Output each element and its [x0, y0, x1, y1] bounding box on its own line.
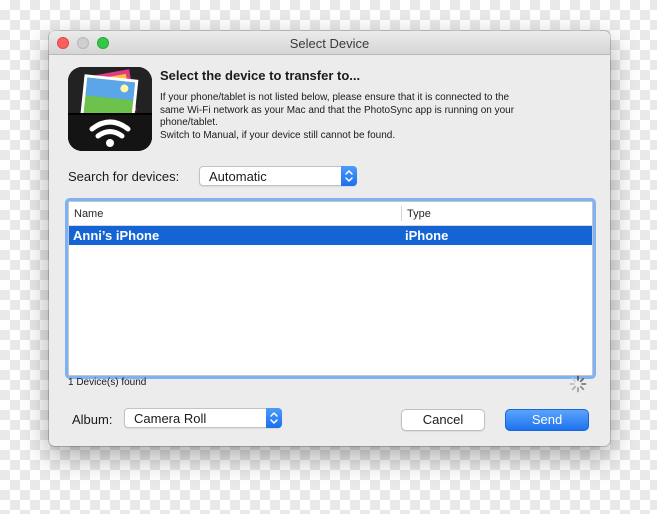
devices-found-status: 1 Device(s) found: [68, 377, 147, 388]
title-bar[interactable]: Select Device: [49, 31, 610, 55]
table-header: Name Type: [69, 202, 592, 226]
device-table[interactable]: Name Type Anni’s iPhone iPhone: [68, 201, 593, 376]
column-header-name[interactable]: Name: [74, 208, 103, 220]
table-row[interactable]: Anni’s iPhone iPhone: [69, 226, 592, 245]
description-line: Switch to Manual, if your device still c…: [160, 129, 396, 141]
album-label: Album:: [72, 412, 113, 427]
search-mode-value: Automatic: [209, 169, 267, 184]
photosync-app-icon: [68, 67, 152, 151]
spinner-icon: [569, 375, 587, 393]
search-mode-popup[interactable]: Automatic: [199, 166, 357, 186]
select-device-dialog: Select Device Select the device to trans…: [49, 31, 610, 446]
description-line: phone/tablet.: [160, 117, 218, 129]
window-title: Select Device: [289, 36, 370, 51]
description-line: same Wi-Fi network as your Mac and that …: [160, 104, 515, 116]
search-devices-label: Search for devices:: [68, 169, 180, 184]
album-value: Camera Roll: [134, 411, 207, 426]
description-line: If your phone/tablet is not listed below…: [160, 92, 510, 103]
send-button[interactable]: Send: [505, 409, 589, 431]
device-type-cell: iPhone: [405, 228, 449, 243]
column-header-type[interactable]: Type: [407, 208, 431, 220]
chevron-up-down-icon: [341, 166, 357, 186]
album-popup[interactable]: Camera Roll: [124, 408, 282, 428]
dialog-description: If your phone/tablet is not listed below…: [160, 92, 560, 142]
chevron-up-down-icon: [266, 408, 282, 428]
dialog-heading: Select the device to transfer to...: [160, 68, 361, 83]
column-divider: [401, 206, 402, 221]
device-name-cell: Anni’s iPhone: [73, 228, 160, 243]
cancel-button[interactable]: Cancel: [401, 409, 485, 431]
